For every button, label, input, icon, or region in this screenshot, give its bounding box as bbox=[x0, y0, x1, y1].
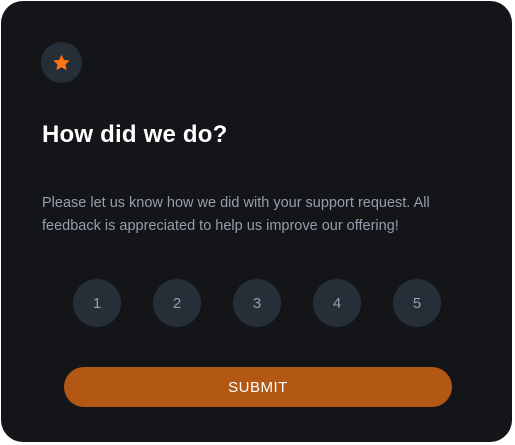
card-title: How did we do? bbox=[42, 121, 228, 148]
rating-button-3[interactable]: 3 bbox=[233, 279, 281, 327]
rating-button-1[interactable]: 1 bbox=[73, 279, 121, 327]
rating-button-2[interactable]: 2 bbox=[153, 279, 201, 327]
rating-card: How did we do? Please let us know how we… bbox=[1, 1, 512, 442]
rating-options: 1 2 3 4 5 bbox=[73, 279, 441, 327]
rating-button-5[interactable]: 5 bbox=[393, 279, 441, 327]
rating-button-4[interactable]: 4 bbox=[313, 279, 361, 327]
star-icon bbox=[53, 54, 70, 70]
submit-button[interactable]: SUBMIT bbox=[64, 367, 452, 407]
card-description: Please let us know how we did with your … bbox=[42, 195, 430, 234]
star-badge bbox=[41, 42, 82, 83]
